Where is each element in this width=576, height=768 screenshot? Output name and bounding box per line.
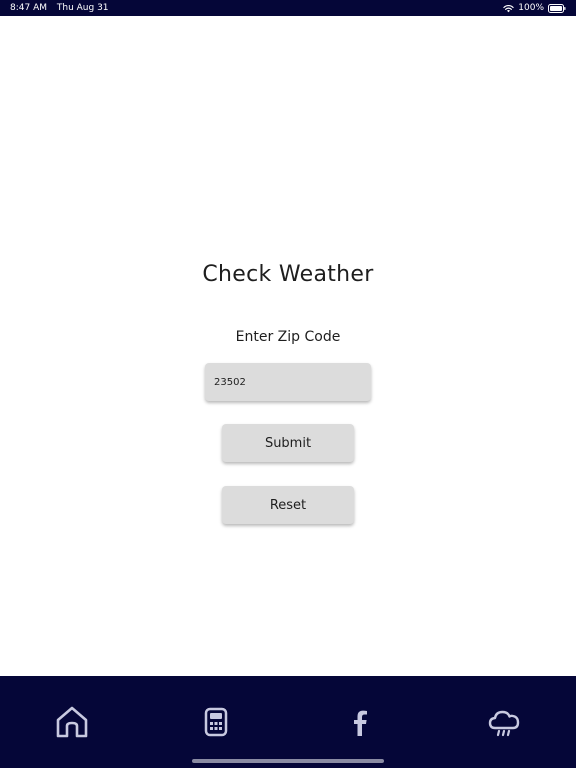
wifi-icon xyxy=(503,4,514,12)
tab-bar xyxy=(0,676,576,768)
status-time: 8:47 AM xyxy=(10,3,47,13)
status-bar: 8:47 AM Thu Aug 31 100% xyxy=(0,0,576,16)
main-content: Check Weather Enter Zip Code Submit Rese… xyxy=(0,16,576,676)
status-date: Thu Aug 31 xyxy=(56,3,109,13)
tab-facebook[interactable] xyxy=(340,702,380,742)
battery-icon xyxy=(548,3,566,13)
reset-button[interactable]: Reset xyxy=(222,486,354,524)
calculator-icon xyxy=(204,707,228,737)
status-right: 100% xyxy=(503,0,566,16)
zip-code-input[interactable] xyxy=(205,363,371,401)
tab-calculator[interactable] xyxy=(196,702,236,742)
status-left: 8:47 AM Thu Aug 31 xyxy=(10,0,116,16)
facebook-icon xyxy=(354,710,367,736)
home-indicator xyxy=(192,759,384,763)
tab-weather[interactable] xyxy=(484,702,524,742)
submit-button[interactable]: Submit xyxy=(222,424,354,462)
battery-percent: 100% xyxy=(518,3,544,13)
zip-code-label: Enter Zip Code xyxy=(235,329,341,345)
home-icon xyxy=(56,706,88,738)
weather-icon xyxy=(488,710,520,737)
page-title: Check Weather xyxy=(202,262,374,287)
tab-home[interactable] xyxy=(52,702,92,742)
